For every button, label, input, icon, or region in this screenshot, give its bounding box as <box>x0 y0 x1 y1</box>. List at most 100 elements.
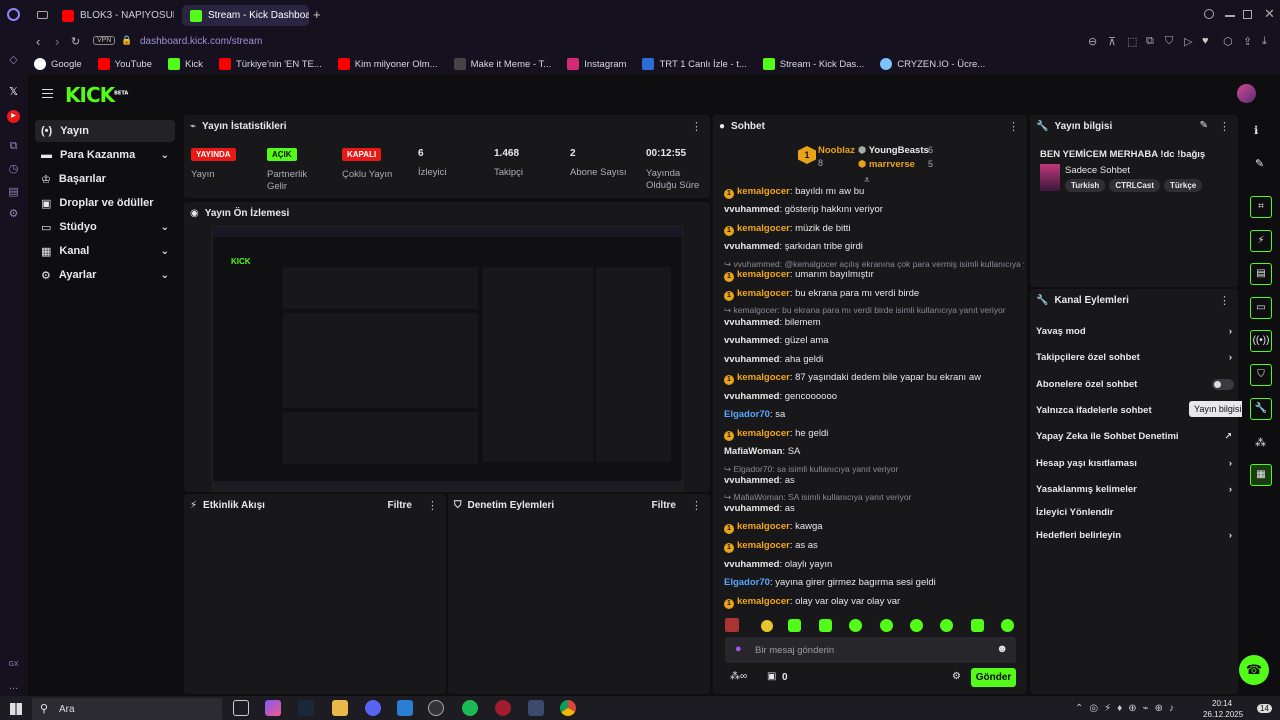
history-icon[interactable]: ◷ <box>7 163 20 176</box>
cube-rail-icon[interactable]: ⧉ <box>7 140 20 153</box>
settings-icon[interactable]: ⚙ <box>7 208 20 221</box>
file-explorer-icon[interactable] <box>332 700 348 716</box>
chat-username[interactable]: kemalgocer <box>737 596 790 607</box>
chat-username[interactable]: kemalgocer <box>737 288 790 299</box>
vpn-badge[interactable]: VPN <box>93 36 116 45</box>
chat-username[interactable]: vvuhammed <box>724 317 779 328</box>
chat-username[interactable]: vvuhammed <box>724 241 779 252</box>
share-icon[interactable]: ⇪ <box>1243 35 1252 48</box>
action-hedefler[interactable]: Hedefleri belirleyin › <box>1036 530 1232 541</box>
aria-icon[interactable]: ◇ <box>7 54 20 67</box>
shield-icon[interactable]: ⛉ <box>1165 35 1173 48</box>
tab-blok3[interactable]: BLOK3 - NAPIYOSUN MESA <box>54 5 174 26</box>
emote[interactable] <box>1001 619 1014 632</box>
broadcast-button[interactable]: ((•)) <box>1250 330 1272 352</box>
taskbar-search-box[interactable]: ⚲ Ara <box>32 698 222 720</box>
emote[interactable] <box>880 619 893 632</box>
more-options-icon[interactable]: ⋮ <box>1219 294 1230 307</box>
emote[interactable] <box>940 619 953 632</box>
chat-username[interactable]: vvuhammed <box>724 559 779 570</box>
bookmark-cryzen[interactable]: CRYZEN.IO - Ücre... <box>880 58 985 70</box>
obs-icon[interactable] <box>428 700 444 716</box>
bookmark-instagram[interactable]: Instagram <box>567 58 626 70</box>
chat-username[interactable]: kemalgocer <box>737 540 790 551</box>
bookmark-kick[interactable]: Kick <box>167 58 203 70</box>
sidebar-item-ayarlar[interactable]: ⚙ Ayarlar ⌄ <box>35 264 175 286</box>
tray-icons[interactable]: ⌃◎⚡♦⊕⌁⊕♪ <box>1075 703 1180 714</box>
chat-username[interactable]: kemalgocer <box>737 223 790 234</box>
new-tab-button[interactable]: + <box>313 7 321 22</box>
filter-button[interactable]: Filtre <box>388 500 412 511</box>
action-hesap-yasi[interactable]: Hesap yaşı kısıtlaması › <box>1036 458 1232 469</box>
chat-username[interactable]: MafiaWoman <box>724 446 782 457</box>
tab-kick-dashboard[interactable]: Stream - Kick Dashboard <box>182 5 309 26</box>
chat-message[interactable]: vvuhammed: as <box>724 503 1024 514</box>
bookmark-turkiye[interactable]: Türkiye'nin 'EN TE... <box>218 58 322 70</box>
kick-logo[interactable]: KICKBETA <box>65 83 128 107</box>
action-yapay-zeka[interactable]: Yapay Zeka ile Sohbet Denetimi ↗ <box>1036 431 1232 442</box>
more-options-icon[interactable]: ⋮ <box>691 499 702 512</box>
lightning-button[interactable]: ⚡ <box>1250 230 1272 252</box>
users-icon[interactable]: ⁂ <box>1255 436 1266 449</box>
collapse-icon[interactable]: ⩡ <box>864 175 870 186</box>
chat-username[interactable]: vvuhammed <box>724 204 779 215</box>
chat-username[interactable]: vvuhammed <box>724 335 779 346</box>
chat-username[interactable]: vvuhammed <box>724 475 779 486</box>
bookmark-google[interactable]: Google <box>34 58 82 70</box>
spotify-icon[interactable] <box>462 700 478 716</box>
stream-preview-video[interactable]: KICK <box>212 226 683 492</box>
sidebar-item-studyo[interactable]: ▭ Stüdyo ⌄ <box>35 216 175 238</box>
heart-icon[interactable]: ♥ <box>1202 35 1209 47</box>
zoom-icon[interactable]: ⊖ <box>1088 35 1097 48</box>
edit-icon[interactable]: ✎ <box>1200 120 1208 131</box>
youtube-rail-icon[interactable]: ▶ <box>7 110 20 123</box>
chat-username[interactable]: kemalgocer <box>737 372 790 383</box>
snapshot-icon[interactable]: ⬚ <box>1127 35 1137 48</box>
info-icon[interactable]: ℹ <box>1254 124 1258 137</box>
search-icon[interactable] <box>1204 9 1214 19</box>
chat-message[interactable]: vvuhammed: güzel ama <box>724 335 1024 346</box>
chat-username[interactable]: Elgador70 <box>724 577 770 588</box>
screen-button[interactable]: ⌗ <box>1250 196 1272 218</box>
url-text[interactable]: dashboard.kick.com/stream <box>140 36 262 47</box>
chat-username[interactable]: kemalgocer <box>737 428 790 439</box>
chat-message[interactable]: 1 kemalgocer: bu ekrana para mı verdi bir… <box>724 288 1024 301</box>
discord-icon[interactable] <box>365 700 381 716</box>
chat-username[interactable]: Elgador70 <box>724 409 770 420</box>
app-icon[interactable] <box>528 700 544 716</box>
support-button[interactable]: ☎ <box>1239 655 1269 685</box>
tag[interactable]: CTRLCast <box>1109 179 1160 192</box>
clock-date[interactable]: 26.12.2025 <box>1203 710 1243 719</box>
steam-icon[interactable] <box>298 700 314 716</box>
notification-badge[interactable]: 14 <box>1257 704 1272 713</box>
maximize-icon[interactable] <box>1243 10 1252 19</box>
sidebar-item-basarilar[interactable]: ♔ Başarılar <box>35 168 175 190</box>
chat-username[interactable]: vvuhammed <box>724 354 779 365</box>
wrench-button[interactable]: 🔧 <box>1250 398 1272 420</box>
chat-message[interactable]: 1 kemalgocer: bayıldı mı aw bu <box>724 186 1024 199</box>
action-abone-sohbet[interactable]: Abonelere özel sohbet <box>1036 379 1234 390</box>
mic-icon[interactable]: ● <box>735 643 742 655</box>
tag[interactable]: Türkçe <box>1163 179 1203 192</box>
chat-message[interactable]: 1 kemalgocer: 87 yaşındaki dedem bile yap… <box>724 372 1024 385</box>
bookmark-youtube[interactable]: YouTube <box>97 58 152 70</box>
emote[interactable] <box>971 619 984 632</box>
cube-icon[interactable]: ⧉ <box>1146 35 1154 48</box>
sidebar-item-yayin[interactable]: (•) Yayın <box>35 120 175 142</box>
emoji-icon[interactable]: ☻ <box>996 643 1008 655</box>
pin-icon[interactable]: ⊼ <box>1108 35 1116 48</box>
top-gifter-3[interactable]: ⬢ marrverse <box>858 159 915 170</box>
bookmark-trt1[interactable]: TRT 1 Canlı İzle - t... <box>642 58 747 70</box>
gx-label[interactable]: GX <box>7 658 20 671</box>
chat-message[interactable]: vvuhammed: olaylı yayın <box>724 559 1024 570</box>
store-icon[interactable] <box>397 700 413 716</box>
bookmark-milyoner[interactable]: Kim milyoner Olm... <box>337 58 438 70</box>
task-view-icon[interactable] <box>233 700 249 716</box>
bookmark-make-it-meme[interactable]: Make it Meme - T... <box>453 58 551 70</box>
chat-settings-icon[interactable]: ⚙ <box>952 671 961 682</box>
emote[interactable] <box>849 619 862 632</box>
emote[interactable] <box>819 619 832 632</box>
reload-icon[interactable]: ↻ <box>71 35 80 48</box>
chat-message[interactable]: 1 kemalgocer: as as <box>724 540 1024 553</box>
tag[interactable]: Turkish <box>1065 179 1106 192</box>
